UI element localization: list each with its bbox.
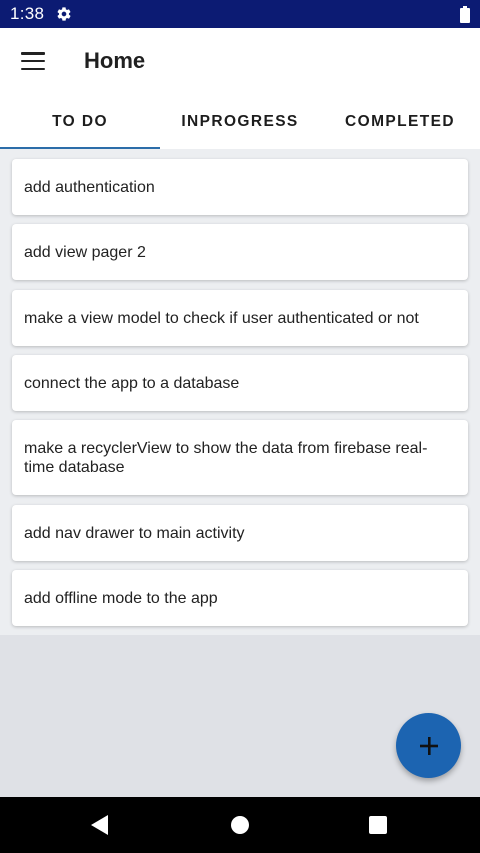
back-triangle-icon[interactable] (88, 813, 112, 837)
status-time: 1:38 (10, 4, 45, 23)
status-bar: 1:38 (0, 0, 480, 28)
add-task-button[interactable] (396, 713, 461, 778)
task-text: add view pager 2 (24, 243, 146, 261)
task-text: connect the app to a database (24, 374, 240, 392)
page-title: Home (84, 48, 146, 73)
task-text: add offline mode to the app (24, 589, 218, 607)
task-text: make a view model to check if user authe… (24, 309, 419, 327)
tab-bar: TO DO INPROGRESS COMPLETED (0, 94, 480, 149)
task-card[interactable]: add view pager 2 (12, 224, 468, 280)
task-card[interactable]: add nav drawer to main activity (12, 505, 468, 561)
task-text: add authentication (24, 178, 155, 196)
task-card[interactable]: add authentication (12, 159, 468, 215)
recents-square-icon[interactable] (366, 813, 390, 837)
task-card[interactable]: make a recyclerView to show the data fro… (12, 420, 468, 495)
tab-completed[interactable]: COMPLETED (320, 94, 480, 149)
task-card[interactable]: make a view model to check if user authe… (12, 290, 468, 346)
plus-icon (419, 736, 438, 755)
gear-icon (57, 7, 71, 21)
app-bar: Home (0, 28, 480, 94)
task-text: add nav drawer to main activity (24, 524, 245, 542)
tab-inprogress[interactable]: INPROGRESS (160, 94, 320, 149)
task-card[interactable]: add offline mode to the app (12, 570, 468, 626)
home-circle-icon[interactable] (228, 813, 252, 837)
task-card[interactable]: connect the app to a database (12, 355, 468, 411)
system-nav-bar (0, 797, 480, 853)
battery-icon (460, 5, 470, 23)
task-text: make a recyclerView to show the data fro… (24, 439, 428, 476)
task-list[interactable]: add authentication add view pager 2 make… (0, 149, 480, 635)
tab-to-do[interactable]: TO DO (0, 94, 160, 149)
hamburger-menu-icon[interactable] (21, 52, 45, 70)
